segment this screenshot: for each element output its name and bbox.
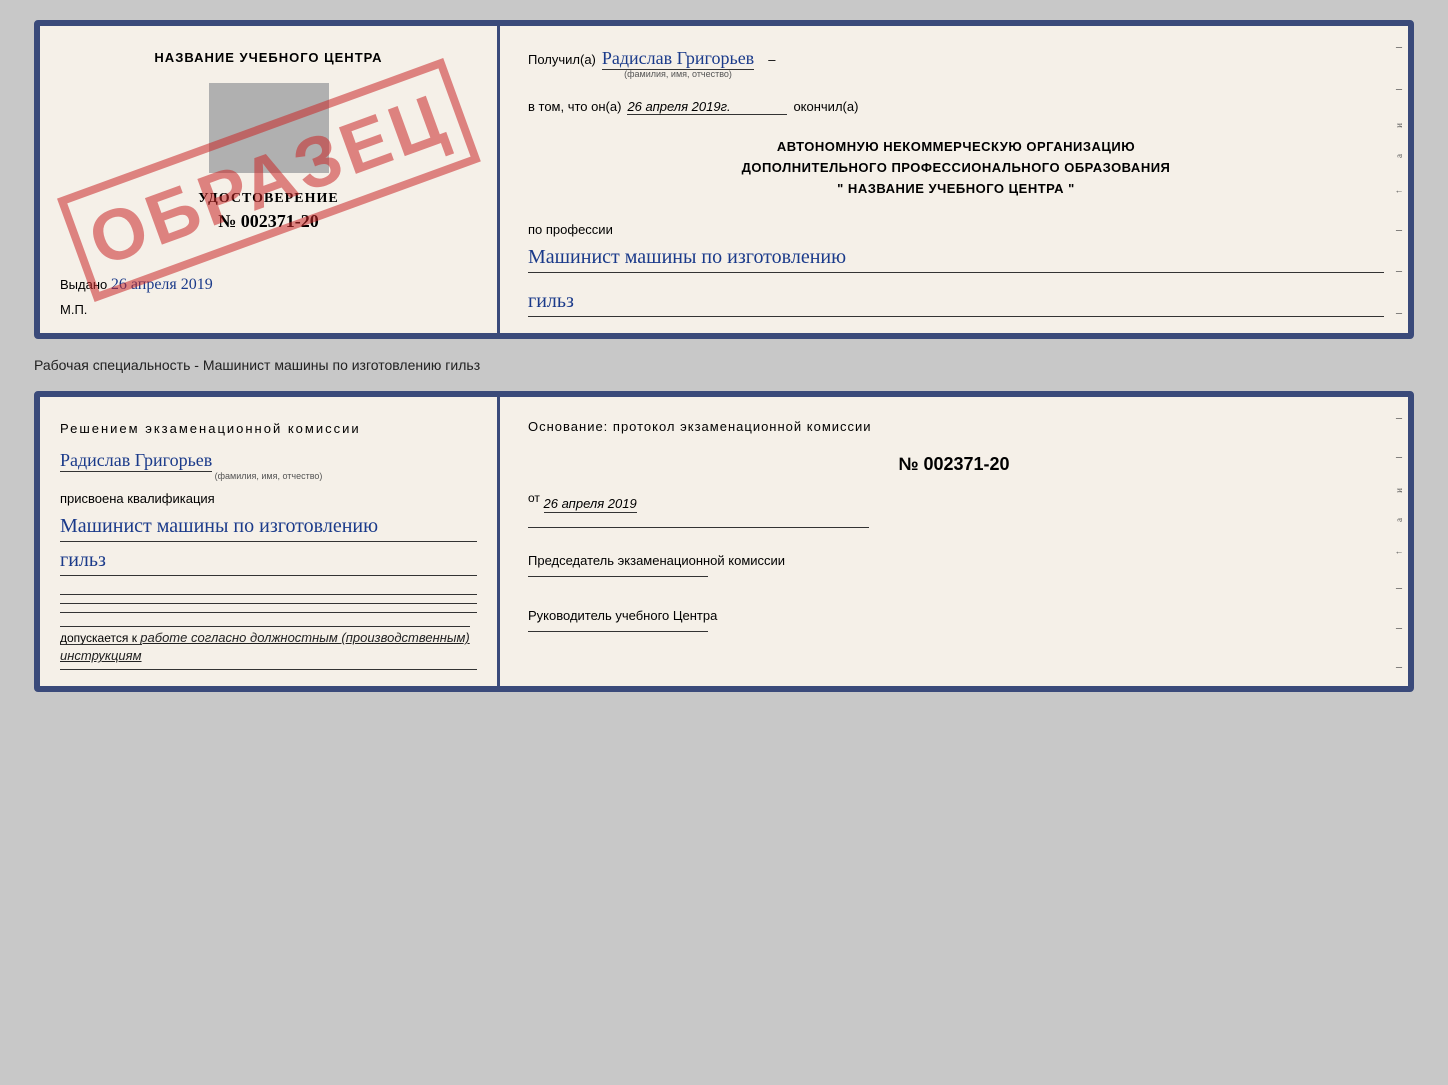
from-date-value: 26 апреля 2019	[544, 496, 637, 513]
person-name: Радислав Григорьев	[60, 450, 212, 472]
profession-bottom-block2: гильз	[60, 542, 477, 576]
allow-block: допускается к работе согласно должностны…	[60, 621, 477, 670]
head-block: Руководитель учебного Центра	[528, 605, 1380, 636]
bottom-document: Решением экзаменационной комиссии Радисл…	[34, 391, 1414, 692]
top-right-panel: Получил(а) Радислав Григорьев (фамилия, …	[500, 26, 1408, 333]
from-label: от	[528, 491, 540, 505]
name-sub-bottom: (фамилия, имя, отчество)	[60, 471, 477, 481]
chairman-sign-line	[528, 576, 708, 577]
in-that-row: в том, что он(а) 26 апреля 2019г. окончи…	[528, 99, 1384, 115]
basis-title: Основание: протокол экзаменационной коми…	[528, 419, 1380, 434]
profession-value2: гильз	[528, 287, 1384, 317]
profession-label-top: по профессии Машинист машины по изготовл…	[528, 221, 1384, 273]
received-label: Получил(а)	[528, 52, 596, 67]
cert-number: № 002371-20	[60, 211, 477, 232]
center-title-top: НАЗВАНИЕ УЧЕБНОГО ЦЕНТРА	[60, 50, 477, 65]
chairman-label: Председатель экзаменационной комиссии	[528, 550, 1380, 572]
bottom-left-panel: Решением экзаменационной комиссии Радисл…	[40, 397, 500, 686]
top-document: НАЗВАНИЕ УЧЕБНОГО ЦЕНТРА ОБРАЗЕЦ УДОСТОВ…	[34, 20, 1414, 339]
head-label: Руководитель учебного Центра	[528, 605, 1380, 627]
in-that-label: в том, что он(а)	[528, 99, 621, 114]
name-sub-top: (фамилия, имя, отчество)	[602, 69, 754, 79]
protocol-number: № 002371-20	[528, 454, 1380, 475]
org-line3: " НАЗВАНИЕ УЧЕБНОГО ЦЕНТРА "	[528, 179, 1384, 200]
allow-prefix: допускается к работе согласно должностны…	[60, 626, 470, 663]
received-row: Получил(а) Радислав Григорьев (фамилия, …	[528, 48, 1384, 79]
issued-label: Выдано	[60, 277, 107, 292]
underlines-block	[60, 586, 477, 621]
from-date-block: от 26 апреля 2019	[528, 491, 1380, 510]
mp-label: М.П.	[60, 302, 477, 317]
profession-line2-top: гильз	[528, 283, 1384, 317]
issued-date-value: 26 апреля 2019	[111, 276, 213, 293]
assigned-label: присвоена квалификация	[60, 491, 477, 506]
person-name-block: Радислав Григорьев (фамилия, имя, отчест…	[60, 450, 477, 481]
top-left-panel: НАЗВАНИЕ УЧЕБНОГО ЦЕНТРА ОБРАЗЕЦ УДОСТОВ…	[40, 26, 500, 333]
cert-label: УДОСТОВЕРЕНИЕ	[60, 191, 477, 207]
photo-box	[209, 83, 329, 173]
side-marks-bottom: – – и а ← – – –	[1390, 397, 1408, 686]
profession-value-b2: гильз	[60, 546, 477, 576]
bottom-right-panel: Основание: протокол экзаменационной коми…	[500, 397, 1408, 686]
side-marks-top: – – и а ← – – –	[1390, 26, 1408, 333]
org-line1: АВТОНОМНУЮ НЕКОММЕРЧЕСКУЮ ОРГАНИЗАЦИЮ	[528, 137, 1384, 158]
dash1: –	[768, 52, 775, 67]
org-block: АВТОНОМНУЮ НЕКОММЕРЧЕСКУЮ ОРГАНИЗАЦИЮ ДО…	[528, 137, 1384, 199]
profession-bottom-block: Машинист машины по изготовлению	[60, 508, 477, 542]
head-sign-line	[528, 631, 708, 632]
org-line2: ДОПОЛНИТЕЛЬНОГО ПРОФЕССИОНАЛЬНОГО ОБРАЗО…	[528, 158, 1384, 179]
received-name: Радислав Григорьев	[602, 48, 754, 70]
caption: Рабочая специальность - Машинист машины …	[34, 357, 1414, 373]
chairman-block: Председатель экзаменационной комиссии	[528, 550, 1380, 581]
date-value: 26 апреля 2019г.	[627, 99, 787, 115]
profession-value-b1: Машинист машины по изготовлению	[60, 512, 477, 542]
decision-title: Решением экзаменационной комиссии	[60, 421, 477, 436]
issued-date: Выдано 26 апреля 2019	[60, 276, 477, 294]
finished-label: окончил(а)	[793, 99, 858, 114]
profession-value1: Машинист машины по изготовлению	[528, 243, 1384, 273]
